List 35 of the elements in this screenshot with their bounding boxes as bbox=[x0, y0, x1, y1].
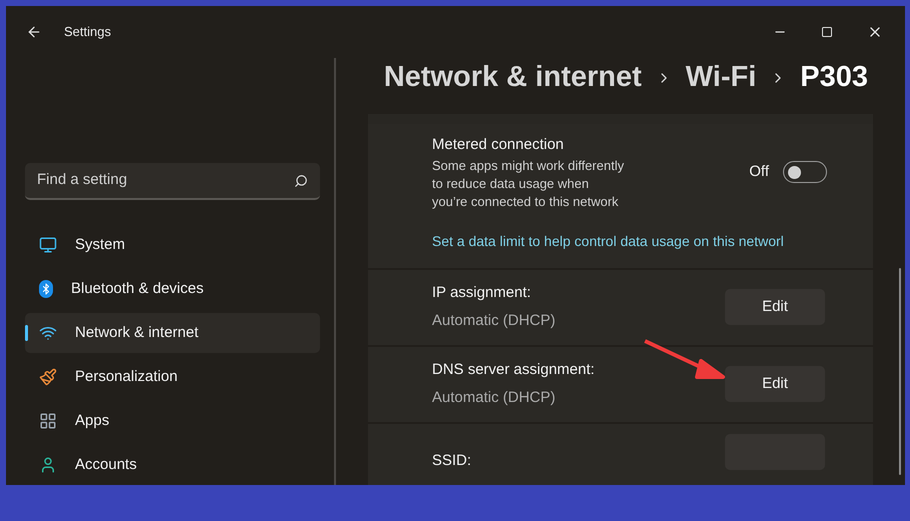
window-title: Settings bbox=[64, 23, 111, 42]
breadcrumb-item[interactable]: Wi-Fi bbox=[686, 56, 756, 100]
setting-value: Automatic (DHCP) bbox=[432, 388, 556, 408]
sidebar-item[interactable]: Personalization bbox=[25, 357, 320, 397]
setting-label: DNS server assignment: bbox=[432, 360, 595, 380]
edit-button[interactable]: Edit bbox=[725, 366, 825, 402]
wifi-icon bbox=[39, 324, 57, 342]
toggle-state-label: Off bbox=[749, 162, 769, 182]
back-icon[interactable] bbox=[26, 24, 42, 40]
breadcrumb-item[interactable]: Network & internet bbox=[384, 56, 642, 100]
sidebar-item[interactable]: Bluetooth & devices bbox=[25, 269, 320, 309]
toggle-switch[interactable] bbox=[783, 161, 827, 184]
person-icon bbox=[39, 456, 57, 474]
search-field[interactable]: Find a setting bbox=[25, 163, 320, 200]
monitor-icon bbox=[39, 236, 57, 254]
breadcrumb-item: P303 bbox=[800, 60, 868, 96]
setting-value: Automatic (DHCP) bbox=[432, 311, 556, 331]
maximize-icon[interactable] bbox=[821, 26, 833, 38]
setting-description: Some apps might work differently to reduce data usage when you’re connected to this network bbox=[432, 156, 624, 210]
setting-title: Metered connection bbox=[432, 135, 565, 155]
scrollbar[interactable] bbox=[899, 268, 901, 475]
sidebar-item[interactable]: Apps bbox=[25, 401, 320, 441]
apps-grid-icon bbox=[39, 412, 57, 430]
sidebar-item[interactable]: System bbox=[25, 225, 320, 265]
search-icon[interactable] bbox=[294, 174, 308, 188]
selection-indicator bbox=[25, 325, 28, 341]
edit-button[interactable]: Edit bbox=[725, 289, 825, 325]
sidebar-item[interactable]: Accounts bbox=[25, 445, 320, 485]
setting-label: IP assignment: bbox=[432, 282, 532, 302]
data-limit-link[interactable]: Set a data limit to help control data usage on this networl bbox=[432, 230, 827, 252]
sidebar-item[interactable]: Network & internet bbox=[25, 313, 320, 353]
bluetooth-icon bbox=[39, 280, 53, 298]
search-input[interactable]: Find a setting bbox=[37, 169, 294, 192]
paintbrush-icon bbox=[39, 368, 57, 386]
setting-label: SSID: bbox=[432, 450, 472, 471]
